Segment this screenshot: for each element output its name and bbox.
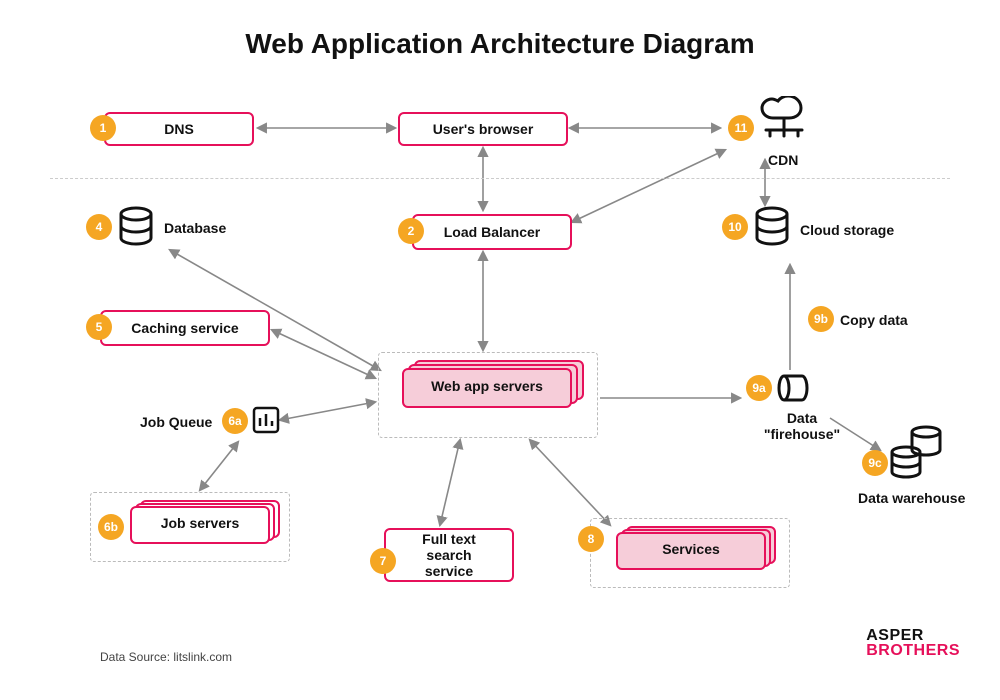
cloud-storage-label: Cloud storage	[800, 222, 894, 238]
warehouse-label: Data warehouse	[858, 490, 965, 506]
node-fulltext: Full text search service	[384, 528, 514, 582]
node-services: Services	[616, 532, 766, 570]
fulltext-label: Full text search service	[402, 531, 496, 579]
badge-1: 1	[90, 115, 116, 141]
node-browser: User's browser	[398, 112, 568, 146]
asper-brothers-logo: ASPER BROTHERS	[866, 628, 960, 658]
logo-line2: BROTHERS	[866, 643, 960, 658]
badge-9c: 9c	[862, 450, 888, 476]
badge-11: 11	[728, 115, 754, 141]
job-queue-label: Job Queue	[140, 414, 212, 430]
badge-9a: 9a	[746, 375, 772, 401]
section-divider	[50, 178, 950, 179]
services-label: Services	[616, 541, 766, 557]
node-dns: DNS	[104, 112, 254, 146]
arrows-layer	[0, 0, 1000, 700]
badge-10: 10	[722, 214, 748, 240]
badge-5: 5	[86, 314, 112, 340]
diagram-canvas: 1 DNS User's browser 11 CDN 2 Load Balan…	[0, 0, 1000, 700]
cdn-label: CDN	[768, 152, 798, 168]
node-browser-label: User's browser	[433, 121, 534, 137]
badge-2: 2	[398, 218, 424, 244]
logo-line1: ASPER	[866, 628, 960, 643]
badge-9b: 9b	[808, 306, 834, 332]
data-source: Data Source: litslink.com	[100, 650, 232, 664]
cdn-icon	[756, 96, 812, 151]
job-queue-icon	[252, 406, 280, 439]
badge-6a: 6a	[222, 408, 248, 434]
web-app-label: Web app servers	[402, 378, 572, 394]
cloud-storage-icon	[752, 206, 792, 255]
node-web-app-servers: Web app servers	[402, 368, 572, 408]
job-servers-label: Job servers	[130, 515, 270, 531]
node-caching: Caching service	[100, 310, 270, 346]
node-caching-label: Caching service	[131, 320, 238, 336]
node-dns-label: DNS	[164, 121, 194, 137]
badge-4: 4	[86, 214, 112, 240]
node-load-balancer-label: Load Balancer	[444, 224, 540, 240]
badge-8: 8	[578, 526, 604, 552]
badge-6b: 6b	[98, 514, 124, 540]
database-icon	[116, 206, 156, 255]
node-job-servers: Job servers	[130, 506, 270, 544]
copy-data-label: Copy data	[840, 312, 908, 328]
node-load-balancer: Load Balancer	[412, 214, 572, 250]
warehouse-icon	[888, 424, 946, 489]
database-label: Database	[164, 220, 226, 236]
firehose-icon	[776, 370, 812, 411]
firehose-label: Data "firehouse"	[762, 410, 842, 442]
badge-7: 7	[370, 548, 396, 574]
